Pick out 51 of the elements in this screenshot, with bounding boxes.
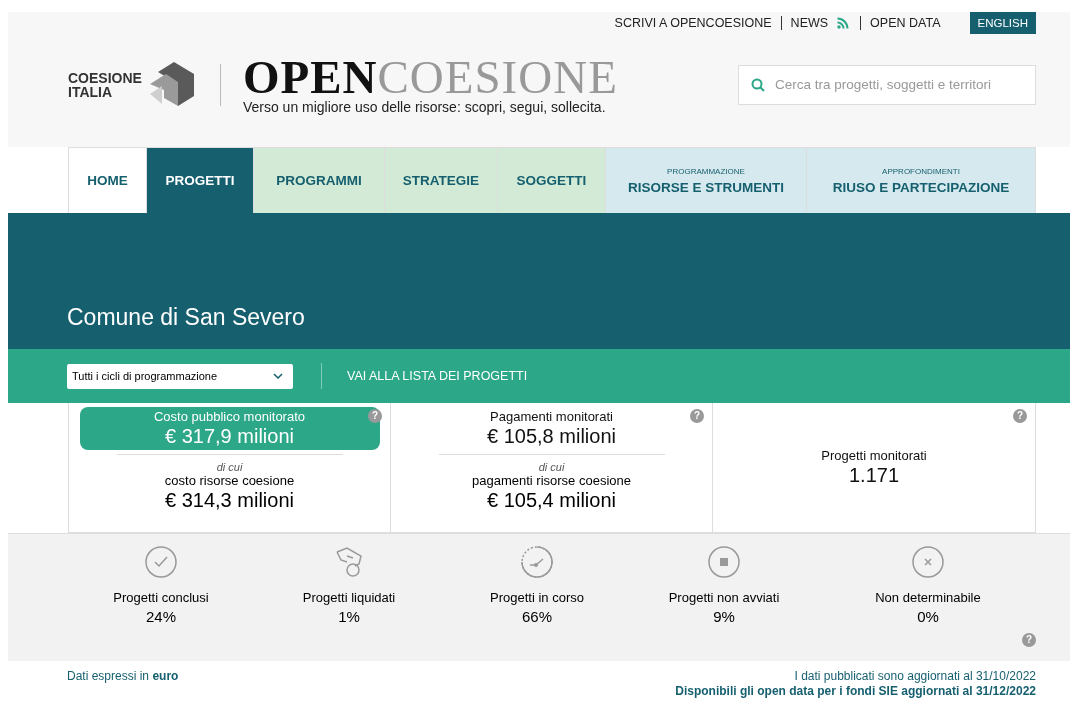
stat-value: 1.171: [848, 463, 900, 488]
status-label: Non determinabile: [875, 590, 981, 605]
update-note: I dati pubblicati sono aggiornati al 31/10/2022: [794, 669, 1036, 683]
open-data-note: Disponibili gli open data per i fondi SIE aggiornati al 31/12/2022: [675, 684, 1036, 698]
status-value: 0%: [917, 608, 939, 625]
nav-tab[interactable]: APPROFONDIMENTI RIUSO E PARTECIPAZIONE: [807, 148, 1036, 213]
status-value: 1%: [338, 608, 360, 625]
nav-tab[interactable]: SOGGETTI: [498, 148, 606, 213]
hand-coin-icon: [333, 546, 365, 578]
nav-tab[interactable]: PROGRAMMI: [254, 148, 385, 213]
of-which-label: di cui: [538, 461, 565, 473]
nav-tab[interactable]: PROGRAMMAZIONE RISORSE E STRUMENTI: [606, 148, 807, 213]
page-title: Comune di San Severo: [67, 304, 305, 331]
stat-value: € 105,4 milioni: [487, 488, 616, 513]
status-label: Progetti non avviati: [668, 590, 780, 605]
status-label: Progetti in corso: [490, 590, 584, 605]
language-button[interactable]: ENGLISH: [969, 12, 1036, 34]
stat-value: € 317,9 milioni: [165, 424, 294, 449]
status-value: 66%: [522, 608, 552, 625]
top-link[interactable]: SCRIVI A OPENCOESIONE: [614, 16, 772, 30]
gauge-icon: [521, 546, 553, 578]
status-value: 24%: [146, 608, 176, 625]
status-label: Progetti conclusi: [113, 590, 209, 605]
check-circle-icon: [145, 546, 177, 578]
of-which-label: di cui: [216, 461, 243, 473]
close-circle-icon: [912, 546, 944, 578]
status-value: 9%: [713, 608, 735, 625]
stat-label: Costo pubblico monitorato: [154, 409, 305, 424]
currency-note: Dati espressi in euro: [67, 669, 179, 685]
top-link[interactable]: NEWS: [790, 16, 829, 30]
stop-circle-icon: [708, 546, 740, 578]
rss-icon[interactable]: [837, 17, 850, 29]
logo-text: ITALIA: [68, 84, 114, 99]
logo-text: COESIONE: [68, 70, 142, 85]
nav-tab[interactable]: PROGETTI: [147, 148, 254, 213]
stat-value: € 105,8 milioni: [487, 424, 616, 449]
tagline: Verso un migliore uso delle risorse: scopri, segui, sollecita.: [242, 98, 607, 115]
search-icon: [751, 77, 765, 92]
nav-tab[interactable]: HOME: [68, 148, 147, 213]
stat-label: pagamenti risorse coesione: [472, 473, 631, 488]
stat-value: € 314,3 milioni: [165, 488, 294, 513]
stat-label: costo risorse coesione: [164, 473, 295, 488]
stat-label: Progetti monitorati: [821, 448, 927, 463]
status-label: Progetti liquidati: [302, 590, 396, 605]
nav-tab[interactable]: STRATEGIE: [385, 148, 498, 213]
cycle-dropdown[interactable]: Tutti i cicli di programmazione: [67, 363, 293, 389]
search-field[interactable]: Cerca tra progetti, soggetti e territori: [738, 64, 1036, 105]
top-link[interactable]: OPEN DATA: [870, 16, 941, 30]
stat-label: Pagamenti monitorati: [490, 409, 613, 424]
site-title: OPENCOESIONE: [242, 54, 618, 99]
chevron-down-icon: [273, 373, 283, 379]
